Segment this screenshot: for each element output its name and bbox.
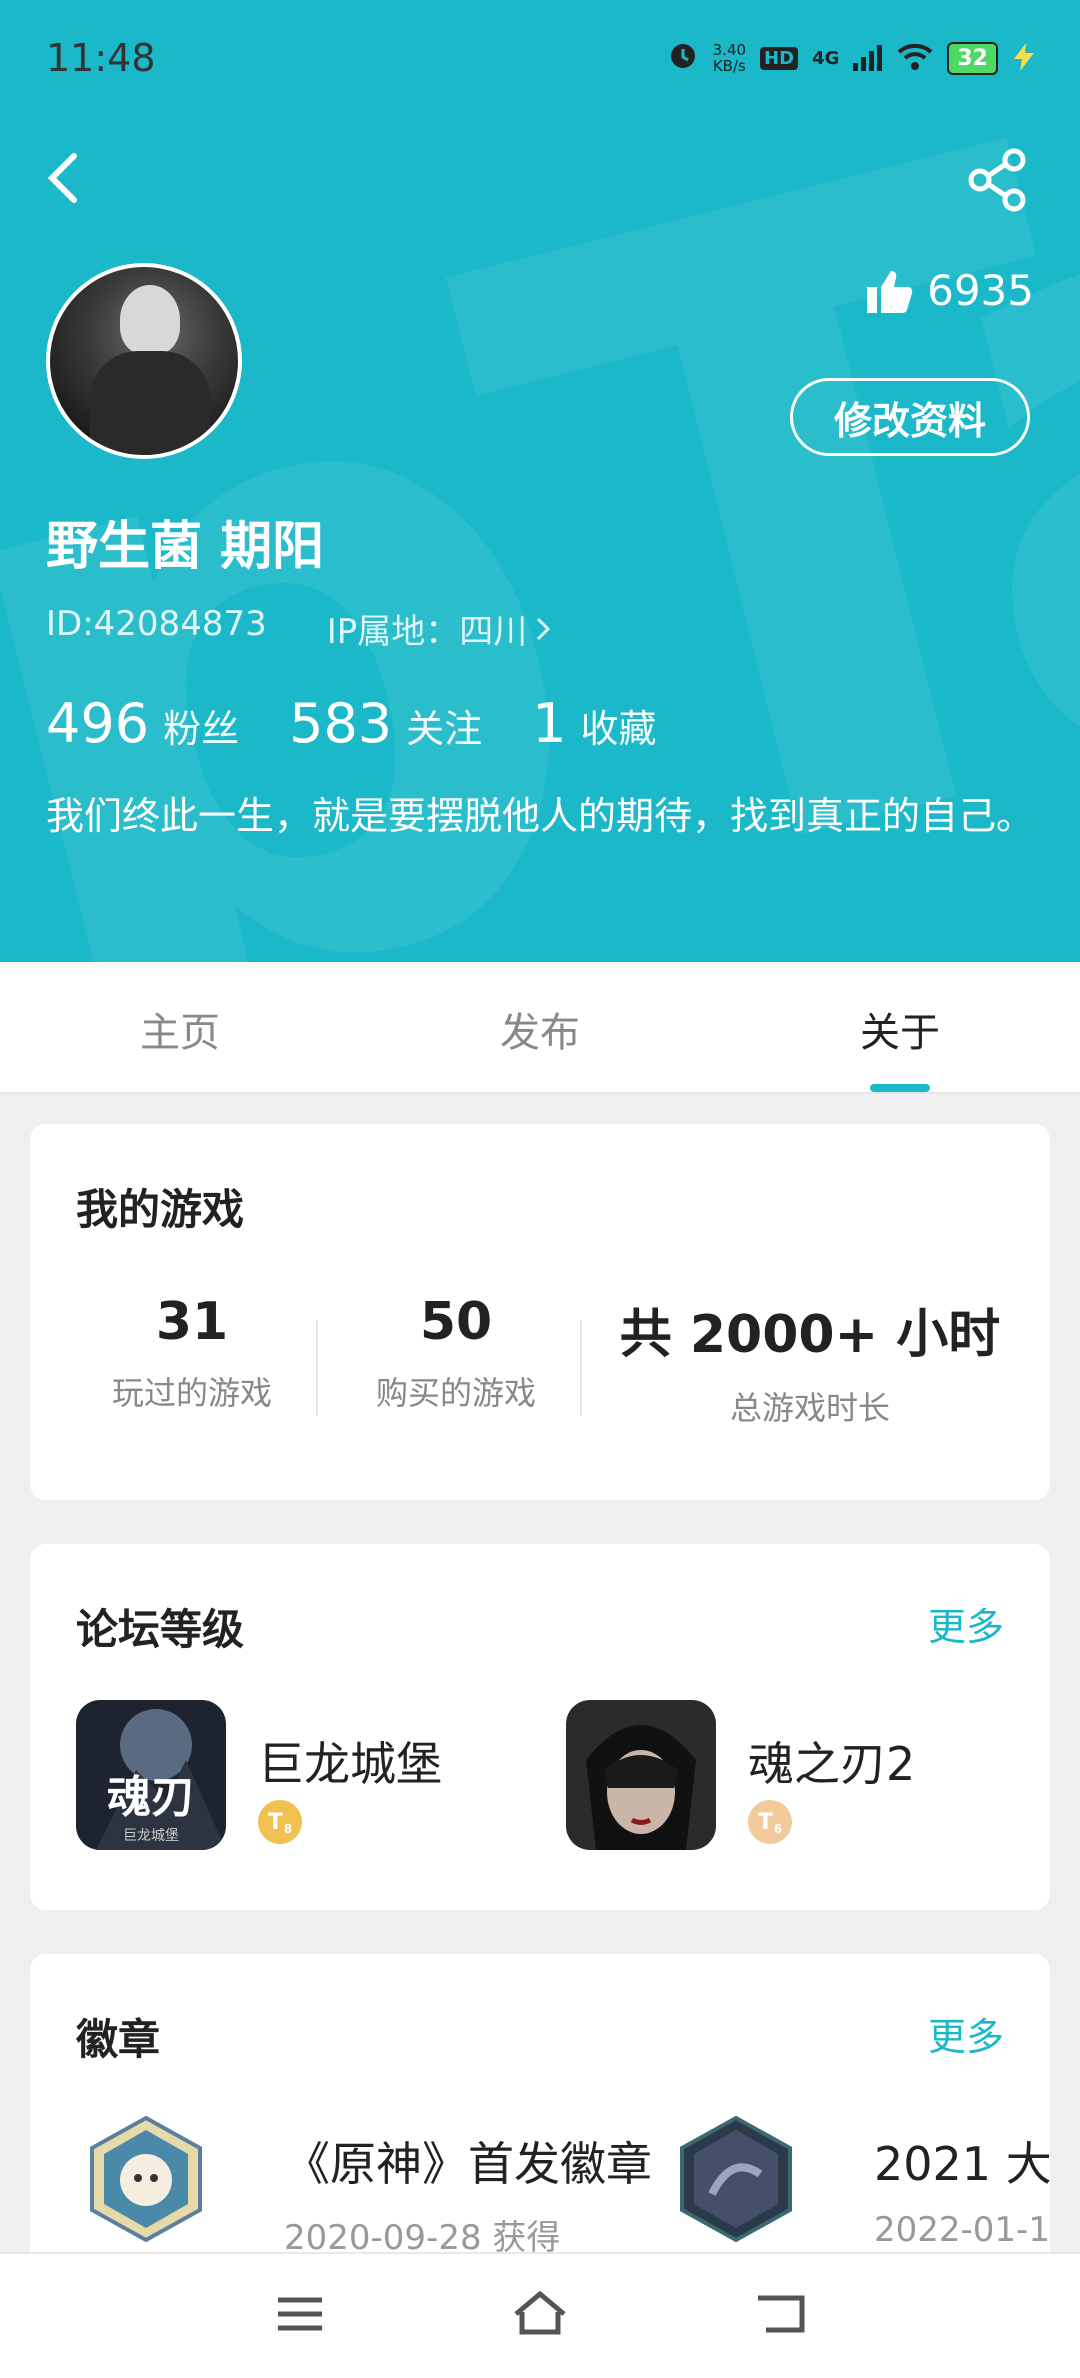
charging-icon [1012, 36, 1036, 80]
edit-profile-button[interactable]: 修改资料 [790, 378, 1030, 456]
network-type: 4G [812, 47, 840, 69]
system-nav-bar [0, 2252, 1080, 2378]
badge-name: 《原神》首发徽章 [284, 2137, 652, 2191]
stat-divider [316, 1320, 318, 1416]
share-icon [968, 148, 1026, 212]
badge-item[interactable]: 2021 大赏 2022-01-15 [666, 2114, 1050, 2264]
stat-divider [580, 1320, 582, 1416]
badge-name: 2021 大赏 [874, 2137, 1050, 2191]
level-badge: T6 [748, 1800, 792, 1844]
back-nav-button[interactable] [750, 2284, 810, 2344]
playtime-stat[interactable]: 共 2000+ 小时 总游戏时长 [610, 1292, 1010, 1429]
tab-home[interactable]: 主页 [80, 1000, 280, 1058]
menu-button[interactable] [270, 2284, 330, 2344]
profile-header: pTa 11:48 3.40 KB/s HD 4G 32 6935 修改资料 野… [0, 0, 1080, 962]
status-bar: 11:48 3.40 KB/s HD 4G 32 [0, 0, 1080, 110]
genshin-badge-icon [90, 2115, 202, 2243]
bought-games-stat[interactable]: 50 购买的游戏 [336, 1292, 576, 1414]
followers-label[interactable]: 粉丝 [163, 698, 239, 753]
signal-icon [853, 36, 883, 80]
forum-name: 巨龙城堡 [258, 1737, 442, 1791]
tab-posts[interactable]: 发布 [440, 1000, 640, 1058]
status-icons: 3.40 KB/s HD 4G 32 [667, 36, 1036, 80]
followers-count[interactable]: 496 [46, 692, 149, 755]
alarm-icon [667, 36, 699, 80]
playtime-label: 总游戏时长 [729, 1389, 890, 1427]
following-label[interactable]: 关注 [406, 698, 482, 753]
forum-name: 魂之刃2 [748, 1737, 916, 1791]
thumbs-up-icon [867, 270, 913, 313]
likes-count: 6935 [927, 266, 1034, 315]
badge-title: 徽章 [76, 2015, 161, 2064]
forum-level-title: 论坛等级 [76, 1605, 245, 1654]
chevron-right-icon [537, 617, 551, 640]
back-icon [758, 2295, 805, 2333]
bought-games-label: 购买的游戏 [375, 1374, 536, 1412]
forum-item[interactable]: 魂之刃2 T6 [566, 1700, 1050, 1854]
played-games-stat[interactable]: 31 玩过的游戏 [72, 1292, 312, 1414]
played-games-value: 31 [155, 1292, 229, 1352]
forum-item[interactable]: 魂刃 巨龙城堡 巨龙城堡 T8 [76, 1700, 566, 1854]
avatar[interactable] [46, 263, 242, 459]
home-icon [514, 2290, 566, 2335]
status-time: 11:48 [46, 36, 156, 80]
forum-list: 魂刃 巨龙城堡 巨龙城堡 T8 魂之刃2 T6 [76, 1700, 1050, 1854]
id-row: ID:42084873 IP属地：四川 [46, 604, 551, 653]
social-stats: 496 粉丝 583 关注 1 收藏 [46, 692, 707, 755]
award-2021-badge-icon [680, 2115, 792, 2243]
chevron-left-icon [47, 153, 77, 203]
soul-blade-2-game-icon [566, 1700, 716, 1850]
wifi-icon [897, 36, 933, 80]
played-games-label: 玩过的游戏 [111, 1374, 272, 1412]
home-button[interactable] [510, 2284, 570, 2344]
net-speed: 3.40 KB/s [713, 42, 746, 74]
badge-more-link[interactable]: 更多 [928, 2006, 1004, 2061]
forum-level-card: 论坛等级 更多 魂刃 巨龙城堡 巨龙城堡 T8 魂之刃2 T 6 [30, 1544, 1050, 1910]
menu-icon [278, 2297, 322, 2331]
ip-location: IP属地：四川 [326, 612, 528, 652]
battery-icon: 32 [947, 41, 998, 75]
following-count[interactable]: 583 [289, 692, 392, 755]
svg-text:巨龙城堡: 巨龙城堡 [123, 1828, 179, 1844]
tab-active-indicator [870, 1084, 930, 1092]
user-bio: 我们终此一生，就是要摆脱他人的期待，找到真正的自己。 [46, 794, 1035, 838]
badge-list: 《原神》首发徽章 2020-09-28 获得 2021 大赏 2022-01-1… [76, 2114, 1050, 2264]
playtime-value: 共 2000+ 小时 [619, 1305, 1001, 1365]
badge-card: 徽章 更多 《原神》首发徽章 2020-09-28 获得 2021 大赏 202… [30, 1954, 1050, 2274]
tab-about[interactable]: 关于 [800, 1000, 1000, 1058]
dragon-castle-game-icon: 魂刃 巨龙城堡 [76, 1700, 226, 1850]
my-games-card: 我的游戏 31 玩过的游戏 50 购买的游戏 共 2000+ 小时 总游戏时长 [30, 1124, 1050, 1500]
forum-more-link[interactable]: 更多 [928, 1596, 1004, 1651]
back-button[interactable] [40, 148, 90, 208]
svg-text:魂刃: 魂刃 [107, 1772, 195, 1823]
ip-location-link[interactable]: IP属地：四川 [327, 604, 552, 653]
user-id: ID:42084873 [46, 604, 267, 644]
share-button[interactable] [966, 148, 1030, 212]
username: 野生菌 期阳 [46, 517, 325, 577]
level-badge: T8 [258, 1800, 302, 1844]
bought-games-value: 50 [419, 1292, 493, 1352]
likes-counter: 6935 [865, 266, 1034, 315]
favorites-count[interactable]: 1 [532, 692, 566, 755]
net-speed-unit: KB/s [712, 57, 746, 75]
my-games-title: 我的游戏 [76, 1185, 245, 1234]
badge-date: 2022-01-15 [874, 2210, 1050, 2250]
badge-item[interactable]: 《原神》首发徽章 2020-09-28 获得 [76, 2114, 666, 2264]
profile-tabs: 主页 发布 关于 [0, 962, 1080, 1094]
hd-icon: HD [760, 46, 799, 70]
favorites-label[interactable]: 收藏 [581, 698, 657, 753]
